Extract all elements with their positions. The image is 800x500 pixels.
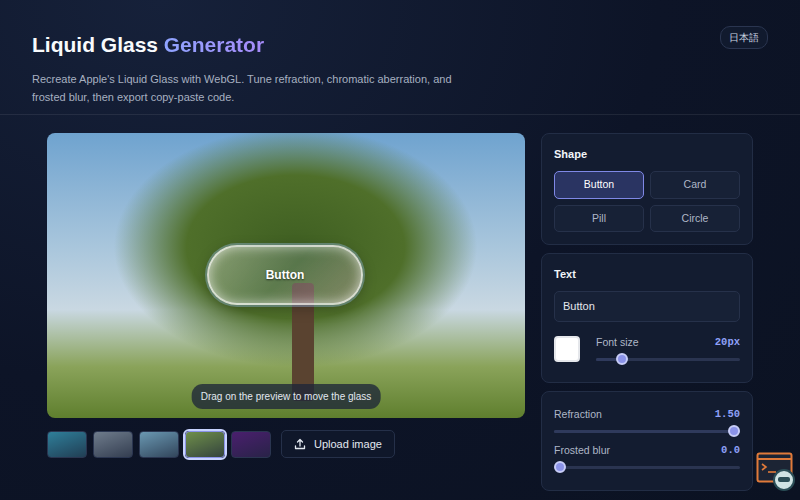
font-row: Font size 20px — [554, 336, 740, 370]
page-header: Liquid Glass Generator Recreate Apple's Li… — [0, 0, 800, 115]
shape-options: ButtonCardPillCircle — [554, 171, 740, 232]
page-title: Liquid Glass Generator — [32, 32, 482, 57]
text-input[interactable] — [554, 291, 740, 322]
shape-option[interactable]: Circle — [650, 205, 740, 233]
preview-column: Button Drag on the preview to move the gl… — [47, 133, 525, 491]
assistant-widget-icon[interactable] — [756, 452, 796, 492]
effects-card: Refraction 1.50 Frosted blur 0.0 — [541, 391, 753, 491]
main-area: Button Drag on the preview to move the gl… — [47, 133, 753, 491]
upload-icon — [294, 438, 306, 450]
card-title: Text — [554, 266, 740, 282]
glass-element[interactable]: Button — [207, 245, 363, 305]
background-thumbnail[interactable] — [139, 431, 179, 458]
font-size-reading: 20px — [715, 334, 740, 350]
slider-fill — [554, 430, 740, 433]
background-thumbnail[interactable] — [185, 431, 225, 458]
controls-column: Shape ButtonCardPillCircle Text Font size 20… — [541, 133, 753, 491]
card-title: Shape — [554, 146, 740, 162]
shape-option[interactable]: Card — [650, 171, 740, 199]
effect-reading: 1.50 — [715, 406, 740, 422]
slider-thumb[interactable] — [554, 461, 566, 473]
title-accent: Generator — [164, 33, 264, 56]
font-size-label: Font size — [596, 334, 639, 350]
effect-slider[interactable] — [554, 466, 740, 469]
background-picker: Upload image — [47, 430, 525, 458]
shape-option[interactable]: Button — [554, 171, 644, 199]
background-thumbnail[interactable] — [93, 431, 133, 458]
title-main: Liquid Glass — [32, 33, 158, 56]
effect-slider[interactable] — [554, 430, 740, 433]
shape-option[interactable]: Pill — [554, 205, 644, 233]
glass-label: Button — [266, 266, 305, 284]
font-size-slider[interactable] — [596, 358, 740, 361]
effect-control: Refraction 1.50 — [554, 406, 740, 433]
slider-fill — [596, 358, 618, 361]
text-card: Text Font size 20px — [541, 253, 753, 383]
preview-canvas[interactable]: Button Drag on the preview to move the gl… — [47, 133, 525, 418]
slider-thumb[interactable] — [616, 353, 628, 365]
background-thumbnail[interactable] — [231, 431, 271, 458]
page-subtitle: Recreate Apple's Liquid Glass with WebGL… — [32, 70, 482, 106]
effect-reading: 0.0 — [721, 442, 740, 458]
background-thumbnail[interactable] — [47, 431, 87, 458]
effect-label: Refraction — [554, 406, 602, 422]
slider-thumb[interactable] — [728, 425, 740, 437]
font-size-control: Font size 20px — [596, 334, 740, 370]
color-swatch[interactable] — [554, 336, 580, 362]
header-text: Liquid Glass Generator Recreate Apple's Li… — [32, 26, 482, 106]
language-button[interactable]: 日本語 — [720, 26, 768, 49]
effect-control: Frosted blur 0.0 — [554, 442, 740, 469]
drag-hint: Drag on the preview to move the glass — [192, 384, 381, 409]
upload-button[interactable]: Upload image — [281, 430, 395, 458]
shape-card: Shape ButtonCardPillCircle — [541, 133, 753, 245]
effect-label: Frosted blur — [554, 442, 610, 458]
upload-label: Upload image — [314, 437, 382, 451]
